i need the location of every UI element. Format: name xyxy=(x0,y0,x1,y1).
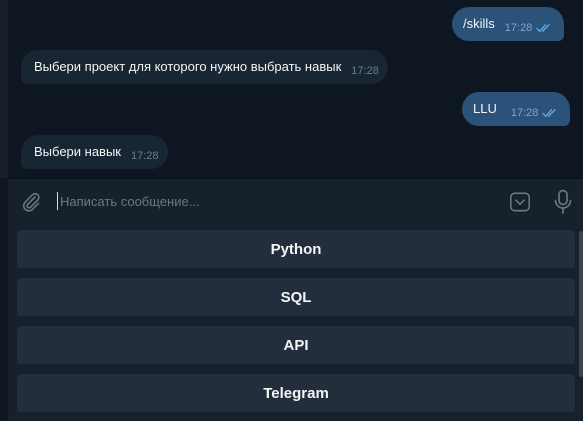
outgoing-message[interactable]: /skills 17:28 xyxy=(452,7,565,41)
message-time: 17:28 xyxy=(504,22,533,34)
telegram-chat-window: /skills 17:28 Выбери проект для которого… xyxy=(0,0,583,421)
paperclip-icon[interactable] xyxy=(20,191,42,213)
message-list: /skills 17:28 Выбери проект для которого… xyxy=(0,0,583,178)
keyboard-button-api[interactable]: API xyxy=(17,326,575,364)
keyboard-button-sql[interactable]: SQL xyxy=(17,278,575,316)
microphone-icon[interactable] xyxy=(553,189,573,215)
message-time: 17:28 xyxy=(351,65,379,77)
message-time: 17:28 xyxy=(510,107,539,119)
double-check-icon xyxy=(542,108,557,117)
message-text: /skills xyxy=(463,16,495,31)
keyboard-button-telegram[interactable]: Telegram xyxy=(17,374,575,412)
bot-reply-keyboard: Python SQL API Telegram xyxy=(8,224,583,421)
message-input[interactable] xyxy=(58,189,460,213)
left-panel-edge xyxy=(0,0,8,178)
bot-keyboard-icon[interactable] xyxy=(509,191,531,213)
message-composer xyxy=(8,178,583,224)
message-text: Выбери навык xyxy=(34,144,121,159)
message-time: 17:28 xyxy=(131,150,159,162)
incoming-message[interactable]: Выбери навык 17:28 xyxy=(21,135,168,169)
keyboard-scrollbar[interactable] xyxy=(579,231,583,377)
message-text: LLU xyxy=(473,101,497,116)
double-check-icon xyxy=(536,23,551,32)
message-text: Выбери проект для которого нужно выбрать… xyxy=(34,59,342,74)
keyboard-button-python[interactable]: Python xyxy=(17,230,575,268)
incoming-message[interactable]: Выбери проект для которого нужно выбрать… xyxy=(21,50,388,84)
outgoing-message[interactable]: LLU 17:28 xyxy=(462,92,571,126)
